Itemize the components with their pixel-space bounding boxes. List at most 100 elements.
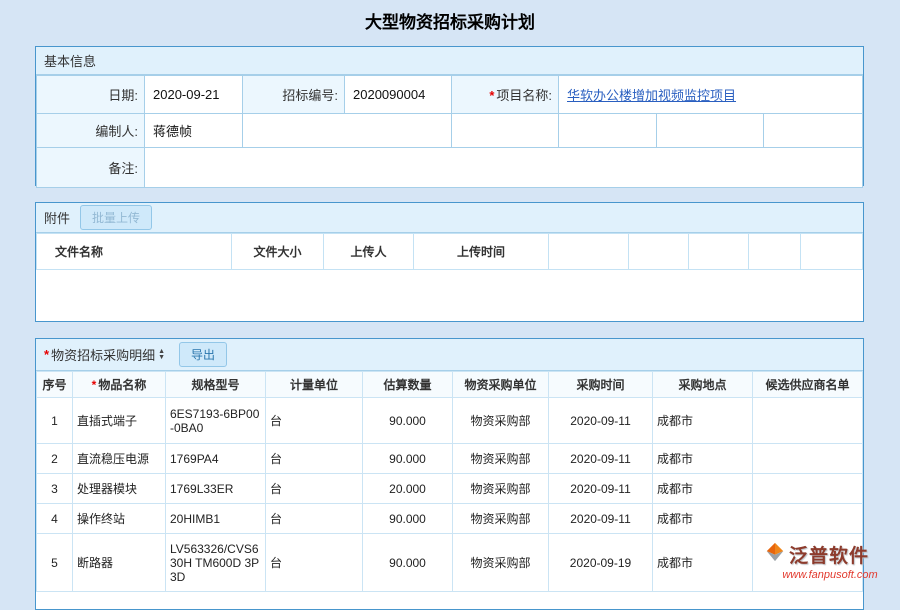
date-label: 日期: (37, 76, 145, 114)
brand-watermark: 泛普软件 www.fanpusoft.com (764, 541, 896, 581)
table-row: 4 操作终站 20HIMB1 台 90.000 物资采购部 2020-09-11… (37, 504, 863, 534)
batch-upload-button[interactable]: 批量上传 (80, 205, 152, 230)
empty-cell (764, 114, 863, 148)
cell-purchase-time: 2020-09-11 (549, 504, 653, 534)
cell-qty: 90.000 (363, 504, 453, 534)
col-file-name: 文件名称 (37, 234, 232, 270)
cell-seq: 3 (37, 474, 73, 504)
col-purchase-dept: 物资采购单位 (453, 372, 549, 398)
export-button[interactable]: 导出 (179, 342, 227, 367)
table-row: 备注: (37, 148, 863, 188)
empty-header-cell (749, 234, 801, 270)
cell-purchase-dept: 物资采购部 (453, 444, 549, 474)
required-mark: * (489, 88, 494, 103)
required-mark: * (92, 378, 97, 392)
col-file-size: 文件大小 (232, 234, 324, 270)
empty-header-cell (549, 234, 629, 270)
cell-item-name: 直流稳压电源 (73, 444, 166, 474)
cell-purchase-dept: 物资采购部 (453, 504, 549, 534)
cell-unit: 台 (266, 474, 363, 504)
details-header: * 物资招标采购明细 ▲ ▼ 导出 (36, 339, 863, 371)
cell-unit: 台 (266, 398, 363, 444)
project-link[interactable]: 华软办公楼增加视频监控项目 (567, 88, 736, 103)
attachments-header: 附件 批量上传 (36, 203, 863, 233)
brand-url: www.fanpusoft.com (764, 569, 896, 581)
bid-no-label: 招标编号: (243, 76, 345, 114)
col-suppliers: 候选供应商名单 (753, 372, 863, 398)
cell-purchase-place: 成都市 (653, 474, 753, 504)
table-header-row: 文件名称 文件大小 上传人 上传时间 (37, 234, 863, 270)
cell-unit: 台 (266, 444, 363, 474)
empty-cell (452, 114, 559, 148)
attachments-panel: 附件 批量上传 文件名称 文件大小 上传人 上传时间 (35, 202, 864, 322)
fanpu-logo-icon (764, 541, 786, 568)
cell-unit: 台 (266, 534, 363, 592)
brand-row: 泛普软件 (764, 541, 896, 568)
empty-header-cell (801, 234, 863, 270)
cell-seq: 1 (37, 398, 73, 444)
cell-spec: LV563326/CVS630H TM600D 3P 3D (166, 534, 266, 592)
cell-qty: 90.000 (363, 534, 453, 592)
cell-spec: 1769L33ER (166, 474, 266, 504)
bid-no-value: 2020090004 (345, 76, 452, 114)
table-row: 1 直插式端子 6ES7193-6BP00-0BA0 台 90.000 物资采购… (37, 398, 863, 444)
attachments-table: 文件名称 文件大小 上传人 上传时间 (36, 233, 863, 270)
col-spec: 规格型号 (166, 372, 266, 398)
details-title: 物资招标采购明细 (51, 345, 155, 364)
col-item-name-text: 物品名称 (98, 378, 146, 392)
table-row: 2 直流稳压电源 1769PA4 台 90.000 物资采购部 2020-09-… (37, 444, 863, 474)
col-unit: 计量单位 (266, 372, 363, 398)
remark-value (145, 148, 863, 188)
empty-cell (657, 114, 764, 148)
attachments-empty-area (36, 270, 863, 320)
col-uploader: 上传人 (324, 234, 414, 270)
cell-purchase-dept: 物资采购部 (453, 534, 549, 592)
remark-label: 备注: (37, 148, 145, 188)
sort-control-icon[interactable]: ▲ ▼ (158, 349, 165, 361)
cell-spec: 6ES7193-6BP00-0BA0 (166, 398, 266, 444)
cell-qty: 90.000 (363, 444, 453, 474)
cell-purchase-dept: 物资采购部 (453, 474, 549, 504)
project-name-label: *项目名称: (452, 76, 559, 114)
creator-value: 蒋德帧 (145, 114, 243, 148)
table-row: 3 处理器模块 1769L33ER 台 20.000 物资采购部 2020-09… (37, 474, 863, 504)
cell-purchase-time: 2020-09-11 (549, 474, 653, 504)
basic-info-table: 日期: 2020-09-21 招标编号: 2020090004 *项目名称: 华… (36, 75, 863, 188)
creator-label: 编制人: (37, 114, 145, 148)
cell-unit: 台 (266, 504, 363, 534)
basic-info-header: 基本信息 (36, 47, 863, 75)
basic-info-panel: 基本信息 日期: 2020-09-21 招标编号: 2020090004 *项目… (35, 46, 864, 186)
attachments-title: 附件 (44, 208, 70, 227)
table-row: 5 断路器 LV563326/CVS630H TM600D 3P 3D 台 90… (37, 534, 863, 592)
cell-item-name: 直插式端子 (73, 398, 166, 444)
col-upload-time: 上传时间 (414, 234, 549, 270)
table-header-row: 序号 *物品名称 规格型号 计量单位 估算数量 物资采购单位 采购时间 采购地点… (37, 372, 863, 398)
sort-down-icon: ▼ (158, 355, 165, 361)
cell-qty: 20.000 (363, 474, 453, 504)
project-name-cell: 华软办公楼增加视频监控项目 (559, 76, 863, 114)
col-item-name: *物品名称 (73, 372, 166, 398)
col-qty: 估算数量 (363, 372, 453, 398)
cell-suppliers (753, 474, 863, 504)
col-purchase-place: 采购地点 (653, 372, 753, 398)
cell-purchase-dept: 物资采购部 (453, 398, 549, 444)
project-name-label-text: 项目名称: (496, 88, 552, 103)
cell-seq: 4 (37, 504, 73, 534)
cell-spec: 1769PA4 (166, 444, 266, 474)
cell-seq: 5 (37, 534, 73, 592)
cell-purchase-time: 2020-09-19 (549, 534, 653, 592)
cell-purchase-place: 成都市 (653, 444, 753, 474)
cell-suppliers (753, 504, 863, 534)
date-value: 2020-09-21 (145, 76, 243, 114)
cell-seq: 2 (37, 444, 73, 474)
cell-purchase-place: 成都市 (653, 504, 753, 534)
cell-purchase-time: 2020-09-11 (549, 444, 653, 474)
empty-cell (243, 114, 452, 148)
empty-header-cell (629, 234, 689, 270)
details-table: 序号 *物品名称 规格型号 计量单位 估算数量 物资采购单位 采购时间 采购地点… (36, 371, 863, 592)
details-panel: * 物资招标采购明细 ▲ ▼ 导出 序号 *物品名称 规格型号 计量单位 估算数… (35, 338, 864, 610)
cell-purchase-time: 2020-09-11 (549, 398, 653, 444)
cell-suppliers (753, 444, 863, 474)
col-purchase-time: 采购时间 (549, 372, 653, 398)
basic-info-title: 基本信息 (44, 51, 96, 70)
